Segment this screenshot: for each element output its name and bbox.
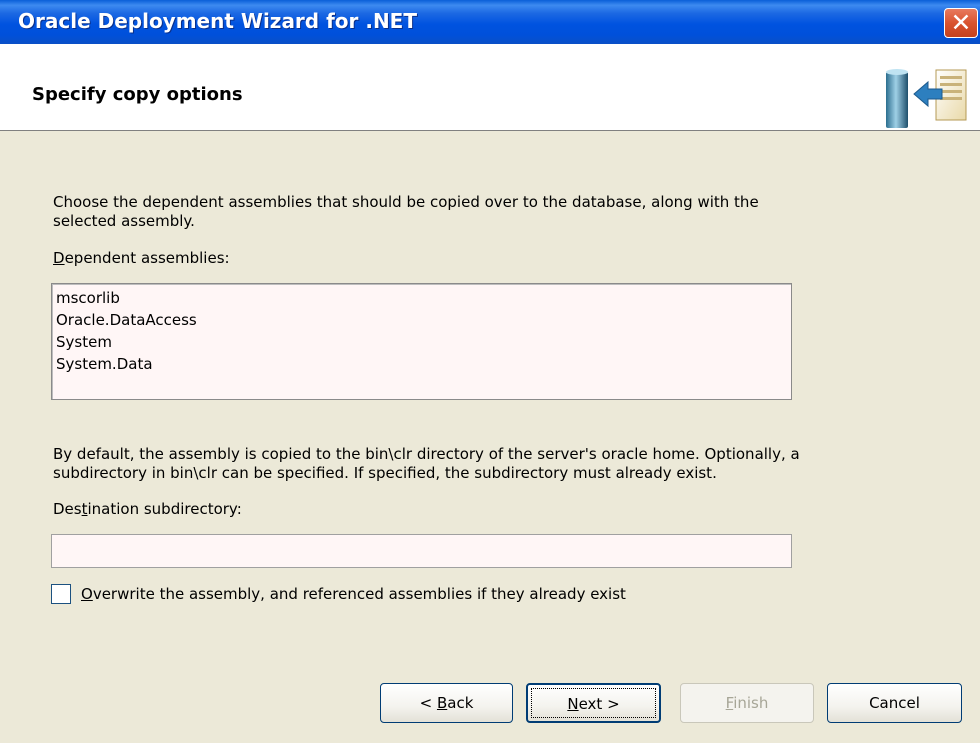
dependent-assemblies-label: Dependent assemblies: (53, 249, 230, 267)
default-text-line1: By default, the assembly is copied to th… (53, 445, 800, 463)
hotkey-n: N (567, 695, 579, 713)
overwrite-checkbox[interactable] (51, 584, 71, 604)
window-title: Oracle Deployment Wizard for .NET (18, 9, 417, 33)
next-rest: ext > (578, 695, 620, 713)
finish-button[interactable]: Finish (680, 683, 814, 723)
hotkey-d: D (53, 249, 65, 267)
next-button[interactable]: Next > (526, 683, 661, 723)
wizard-header: Specify copy options (0, 44, 980, 131)
dependent-label-rest: ependent assemblies: (64, 249, 230, 267)
destination-subdirectory-input[interactable] (51, 534, 792, 568)
list-item[interactable]: System (56, 331, 112, 353)
default-text-line2: subdirectory in bin\clr can be specified… (53, 464, 717, 482)
title-bar: Oracle Deployment Wizard for .NET ✕ (0, 0, 980, 44)
list-item[interactable]: Oracle.DataAccess (56, 309, 197, 331)
dependent-assemblies-list[interactable]: mscorlib Oracle.DataAccess System System… (51, 283, 792, 400)
intro-text-line1: Choose the dependent assemblies that sho… (53, 193, 759, 211)
list-item[interactable]: System.Data (56, 353, 153, 375)
hotkey-b: B (436, 694, 448, 712)
hotkey-o: O (81, 585, 93, 603)
overwrite-checkbox-label[interactable]: Overwrite the assembly, and referenced a… (81, 585, 626, 603)
finish-rest: inish (733, 694, 769, 712)
dest-label-rest: ination subdirectory: (87, 500, 242, 518)
page-title: Specify copy options (32, 84, 243, 105)
close-icon: ✕ (950, 8, 972, 37)
dest-label-pre: Des (53, 500, 82, 518)
back-prefix: < (419, 694, 437, 712)
list-item[interactable]: mscorlib (56, 287, 120, 309)
destination-subdirectory-label: Destination subdirectory: (53, 500, 242, 518)
overwrite-label-rest: verwrite the assembly, and referenced as… (92, 585, 626, 603)
close-button[interactable]: ✕ (944, 8, 978, 38)
intro-text-line2: selected assembly. (53, 212, 195, 230)
deploy-wizard-icon (886, 69, 967, 128)
back-button[interactable]: < Back (380, 683, 513, 723)
focus-rect: Next > (531, 688, 656, 718)
back-rest: ack (447, 694, 474, 712)
cancel-button[interactable]: Cancel (827, 683, 962, 723)
